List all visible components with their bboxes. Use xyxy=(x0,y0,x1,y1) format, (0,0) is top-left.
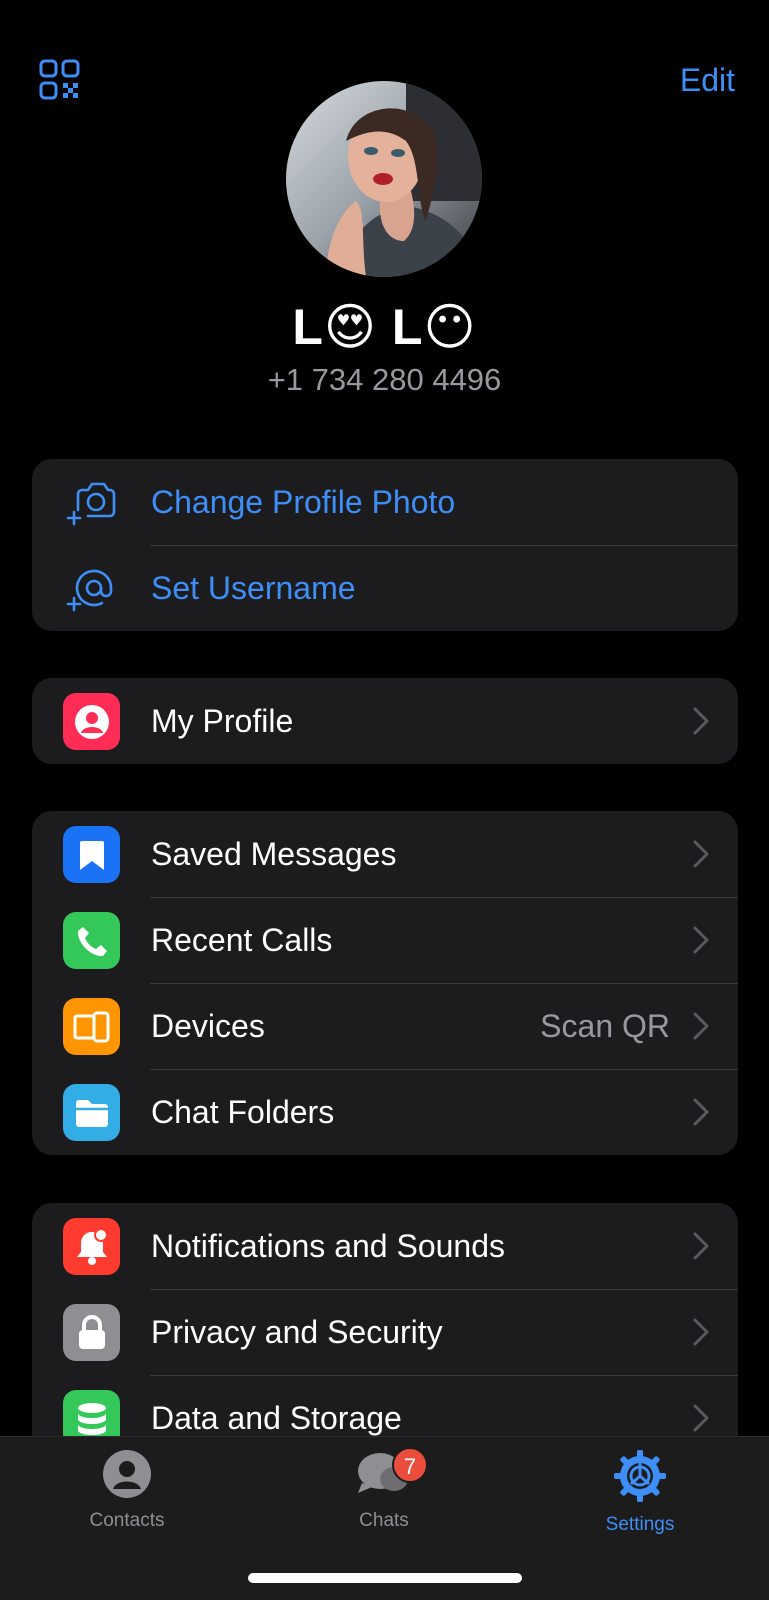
camera-add-icon xyxy=(63,474,120,531)
profile-phone: +1 734 280 4496 xyxy=(267,362,502,397)
my-profile-item[interactable]: My Profile xyxy=(32,678,738,764)
qr-code-icon xyxy=(39,59,80,100)
chevron-right-icon xyxy=(693,1012,709,1040)
my-profile-label: My Profile xyxy=(151,702,294,739)
notifications-label: Notifications and Sounds xyxy=(151,1227,505,1264)
recent-calls-label: Recent Calls xyxy=(151,921,333,958)
chevron-right-icon xyxy=(693,1404,709,1432)
set-username-label: Set Username xyxy=(151,569,356,606)
saved-messages-item[interactable]: Saved Messages xyxy=(32,811,738,897)
devices-value: Scan QR xyxy=(540,1007,670,1044)
person-circle-icon xyxy=(103,1450,151,1498)
tab-contacts[interactable]: Contacts xyxy=(57,1449,197,1532)
profile-name: L😍 L😶 xyxy=(292,299,477,355)
at-add-icon xyxy=(63,560,120,617)
recent-calls-item[interactable]: Recent Calls xyxy=(32,897,738,983)
qr-code-button[interactable] xyxy=(38,58,82,102)
settings-group: Notifications and Sounds Privacy and Sec… xyxy=(32,1203,738,1461)
edit-button[interactable]: Edit xyxy=(680,62,735,99)
chevron-right-icon xyxy=(693,1318,709,1346)
change-profile-photo-label: Change Profile Photo xyxy=(151,483,456,520)
privacy-security-item[interactable]: Privacy and Security xyxy=(32,1289,738,1375)
chevron-right-icon xyxy=(693,1098,709,1126)
saved-messages-label: Saved Messages xyxy=(151,835,397,872)
chat-folders-item[interactable]: Chat Folders xyxy=(32,1069,738,1155)
tab-settings[interactable]: Settings xyxy=(570,1449,710,1536)
lock-icon xyxy=(63,1304,120,1361)
gear-icon xyxy=(614,1450,666,1502)
avatar[interactable] xyxy=(286,81,482,277)
tab-chats[interactable]: 7 Chats xyxy=(314,1447,454,1532)
folder-icon xyxy=(63,1084,120,1141)
devices-label: Devices xyxy=(151,1007,265,1044)
my-profile-group: My Profile xyxy=(32,678,738,764)
change-profile-photo-button[interactable]: Change Profile Photo xyxy=(32,459,738,545)
devices-icon xyxy=(63,998,120,1055)
tab-settings-label: Settings xyxy=(605,1514,675,1535)
home-indicator xyxy=(248,1573,522,1583)
chevron-right-icon xyxy=(693,707,709,735)
privacy-security-label: Privacy and Security xyxy=(151,1313,443,1350)
devices-item[interactable]: Devices Scan QR xyxy=(32,983,738,1069)
account-actions-group: Change Profile Photo Set Username xyxy=(32,459,738,631)
data-storage-label: Data and Storage xyxy=(151,1399,402,1436)
chat-folders-label: Chat Folders xyxy=(151,1093,335,1130)
chevron-right-icon xyxy=(693,926,709,954)
chevron-right-icon xyxy=(693,1232,709,1260)
tab-chats-label: Chats xyxy=(359,1510,409,1531)
chevron-right-icon xyxy=(693,840,709,868)
notifications-item[interactable]: Notifications and Sounds xyxy=(32,1203,738,1289)
tab-contacts-label: Contacts xyxy=(89,1510,165,1531)
bookmark-icon xyxy=(63,826,120,883)
chats-badge: 7 xyxy=(392,1447,428,1483)
phone-icon xyxy=(63,912,120,969)
bell-icon xyxy=(63,1218,120,1275)
main-group: Saved Messages Recent Calls Devices Scan… xyxy=(32,811,738,1155)
person-icon xyxy=(63,693,120,750)
set-username-button[interactable]: Set Username xyxy=(32,545,738,631)
